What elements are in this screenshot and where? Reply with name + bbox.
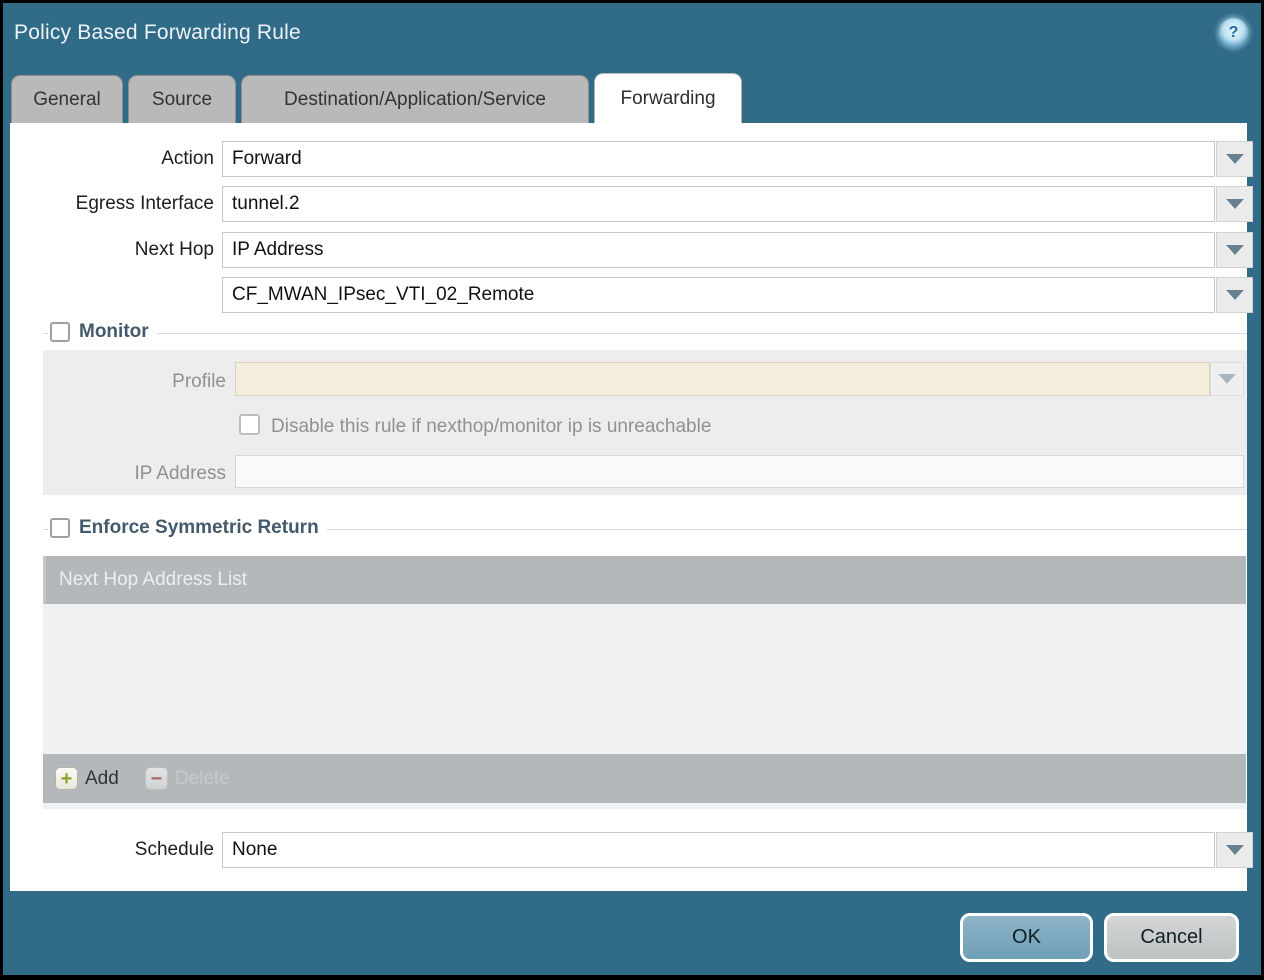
chevron-down-icon xyxy=(1226,290,1244,300)
chevron-down-icon xyxy=(1226,845,1244,855)
chevron-down-icon xyxy=(1226,199,1244,209)
tab-general[interactable]: General xyxy=(11,75,123,123)
table-header-label: Next Hop Address List xyxy=(59,569,247,591)
monitor-checkbox[interactable] xyxy=(50,322,70,342)
symmetric-legend: Enforce Symmetric Return xyxy=(48,517,327,539)
next-hop-address-table: Next Hop Address List + Add − Delete xyxy=(43,556,1246,809)
monitor-legend: Monitor xyxy=(48,321,157,343)
table-bottom-strip xyxy=(43,803,1246,809)
enforce-symmetric-return-checkbox[interactable] xyxy=(50,518,70,538)
tab-destination-application-service[interactable]: Destination/Application/Service xyxy=(241,75,589,123)
table-body[interactable] xyxy=(43,604,1246,754)
next-hop-label: Next Hop xyxy=(16,239,214,261)
egress-interface-label: Egress Interface xyxy=(16,193,214,215)
ok-button[interactable]: OK xyxy=(960,913,1093,962)
egress-interface-dropdown-button[interactable] xyxy=(1216,186,1253,222)
chevron-down-icon xyxy=(1226,245,1244,255)
next-hop-type-dropdown-button[interactable] xyxy=(1216,232,1253,268)
monitor-ip-address-label: IP Address xyxy=(28,463,226,485)
minus-icon: − xyxy=(145,767,168,790)
profile-dropdown-button xyxy=(1210,362,1244,396)
table-header: Next Hop Address List xyxy=(43,556,1246,604)
question-mark-icon: ? xyxy=(1229,25,1239,41)
chevron-down-icon xyxy=(1226,154,1244,164)
action-label: Action xyxy=(16,148,214,170)
next-hop-address-dropdown-button[interactable] xyxy=(1216,277,1253,313)
monitor-fieldset-border xyxy=(43,333,1247,334)
help-button[interactable]: ? xyxy=(1219,18,1248,47)
schedule-dropdown-button[interactable] xyxy=(1216,832,1253,868)
profile-select xyxy=(235,362,1210,396)
next-hop-type-select[interactable]: IP Address xyxy=(222,232,1215,268)
action-select[interactable]: Forward xyxy=(222,141,1215,177)
delete-button: − Delete xyxy=(145,767,230,790)
profile-label: Profile xyxy=(28,371,226,393)
table-toolbar: + Add − Delete xyxy=(43,754,1246,803)
tab-bar: General Source Destination/Application/S… xyxy=(11,73,747,123)
schedule-select[interactable]: None xyxy=(222,832,1215,868)
forwarding-tab-panel: Action Forward Egress Interface tunnel.2… xyxy=(10,123,1247,891)
add-button-label: Add xyxy=(85,768,119,790)
chevron-down-icon xyxy=(1218,374,1236,384)
egress-interface-select[interactable]: tunnel.2 xyxy=(222,186,1215,222)
add-button[interactable]: + Add xyxy=(55,767,119,790)
plus-icon: + xyxy=(55,767,78,790)
action-dropdown-button[interactable] xyxy=(1216,141,1253,177)
disable-rule-checkbox-label: Disable this rule if nexthop/monitor ip … xyxy=(271,416,711,438)
schedule-label: Schedule xyxy=(16,839,214,861)
next-hop-address-select[interactable]: CF_MWAN_IPsec_VTI_02_Remote xyxy=(222,277,1215,313)
dialog-frame: Policy Based Forwarding Rule ? General S… xyxy=(0,0,1264,980)
monitor-ip-address-input xyxy=(235,455,1244,488)
delete-button-label: Delete xyxy=(175,768,230,790)
cancel-button[interactable]: Cancel xyxy=(1104,913,1239,962)
symmetric-legend-label: Enforce Symmetric Return xyxy=(79,517,319,539)
dialog-title: Policy Based Forwarding Rule xyxy=(14,21,301,45)
policy-based-forwarding-dialog: Policy Based Forwarding Rule ? General S… xyxy=(3,3,1261,975)
disable-rule-checkbox xyxy=(239,414,260,435)
tab-forwarding[interactable]: Forwarding xyxy=(594,73,742,123)
monitor-legend-label: Monitor xyxy=(79,321,149,343)
tab-source[interactable]: Source xyxy=(128,75,236,123)
